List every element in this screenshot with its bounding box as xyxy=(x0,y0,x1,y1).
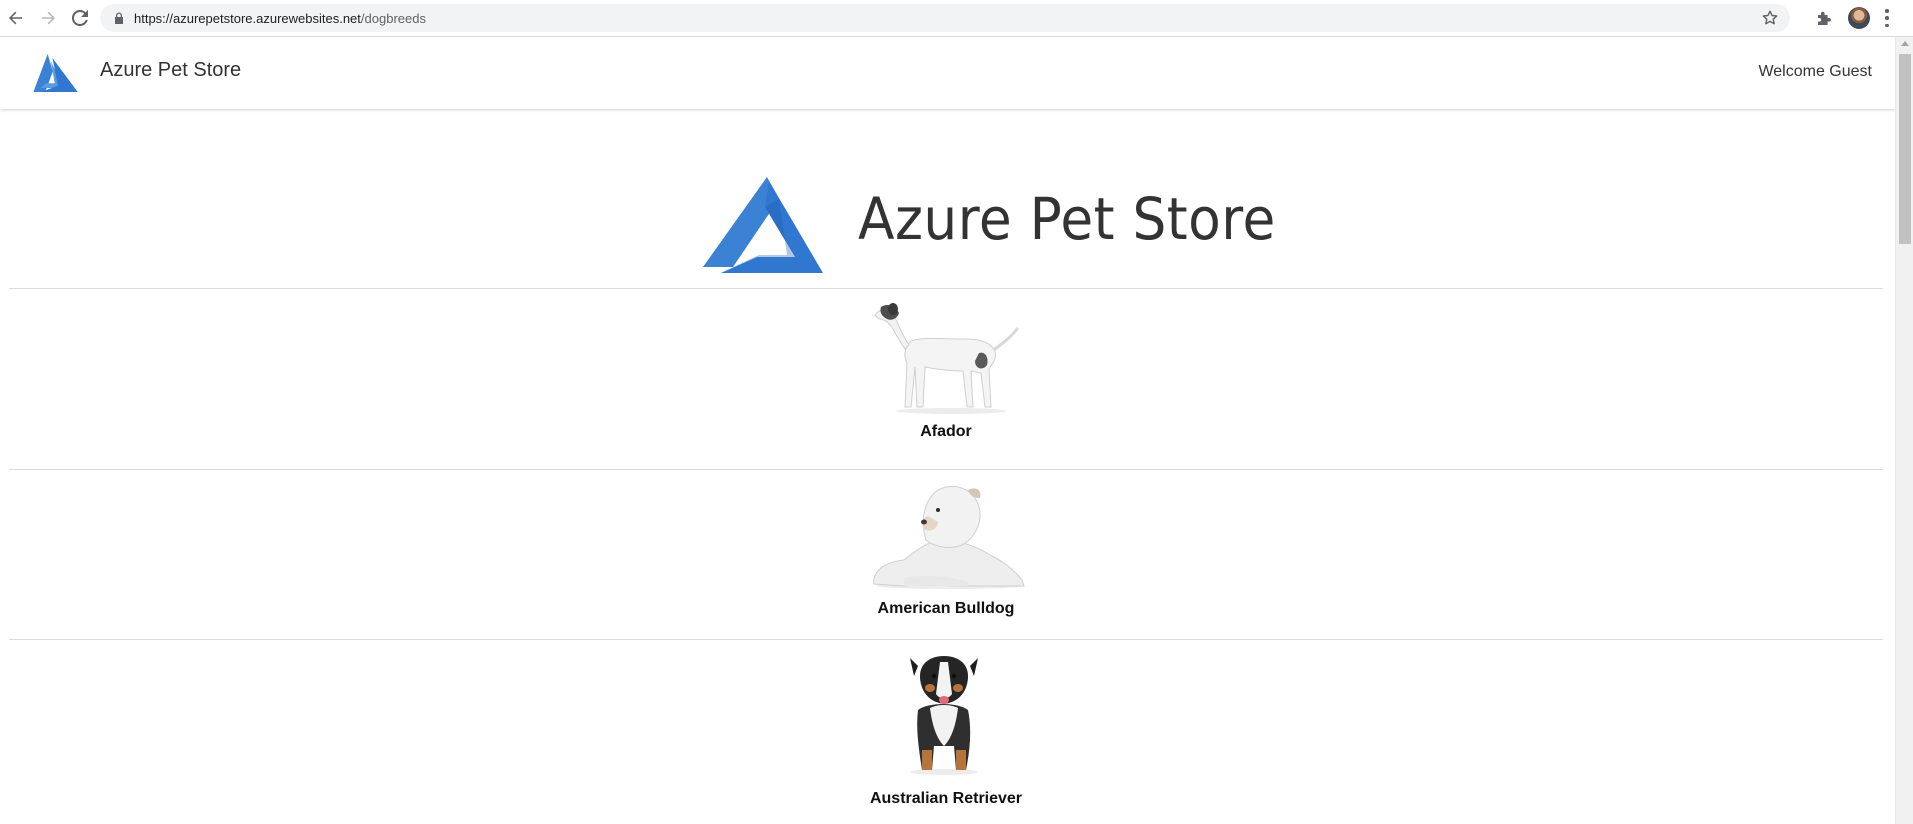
scrollbar-thumb[interactable] xyxy=(1899,54,1911,244)
scroll-up-arrow-icon[interactable] xyxy=(1901,41,1909,46)
star-icon[interactable] xyxy=(1762,10,1778,26)
back-button[interactable] xyxy=(2,4,30,32)
kebab-menu-icon[interactable] xyxy=(1884,9,1890,27)
page-scrollbar[interactable] xyxy=(1895,37,1913,824)
afador-dog-image[interactable] xyxy=(871,299,1021,415)
puzzle-icon[interactable] xyxy=(1815,9,1833,27)
welcome-text: Welcome Guest xyxy=(1758,63,1872,80)
breed-item-afador[interactable]: Afador xyxy=(9,288,1883,469)
reload-icon xyxy=(72,10,88,26)
lock-icon[interactable] xyxy=(112,11,126,25)
url-text[interactable]: https://azurepetstore.azurewebsites.net/… xyxy=(134,11,426,26)
azure-logo-icon[interactable] xyxy=(30,54,78,92)
browser-toolbar: https://azurepetstore.azurewebsites.net/… xyxy=(0,0,1913,37)
breed-item-american-bulldog[interactable]: American Bulldog xyxy=(9,469,1883,639)
reload-button[interactable] xyxy=(66,4,94,32)
hero-header: Azure Pet Store xyxy=(0,177,1895,277)
page-title: Azure Pet Store xyxy=(858,185,1276,253)
back-arrow-icon xyxy=(9,11,22,25)
breed-list: Afador American Bulldog Australian Retri… xyxy=(9,288,1883,824)
breed-name[interactable]: Australian Retriever xyxy=(870,790,1022,808)
american-bulldog-image[interactable] xyxy=(864,480,1029,590)
forward-arrow-icon xyxy=(42,11,55,25)
site-navbar: Azure Pet Store Welcome Guest xyxy=(0,37,1895,109)
breed-name[interactable]: American Bulldog xyxy=(878,600,1015,618)
profile-avatar[interactable] xyxy=(1848,7,1870,29)
url-host: https://azurepetstore.azurewebsites.net xyxy=(134,10,361,26)
australian-retriever-image[interactable] xyxy=(876,654,1016,776)
azure-logo-icon xyxy=(703,177,823,273)
page-viewport: Azure Pet Store Welcome Guest Azure Pet … xyxy=(0,37,1895,824)
address-bar[interactable]: https://azurepetstore.azurewebsites.net/… xyxy=(100,4,1790,32)
url-path: /dogbreeds xyxy=(360,10,426,26)
navbar-brand-link[interactable]: Azure Pet Store xyxy=(100,59,241,82)
breed-item-australian-retriever[interactable]: Australian Retriever xyxy=(9,639,1883,824)
breed-name[interactable]: Afador xyxy=(920,423,972,441)
forward-button[interactable] xyxy=(34,4,62,32)
